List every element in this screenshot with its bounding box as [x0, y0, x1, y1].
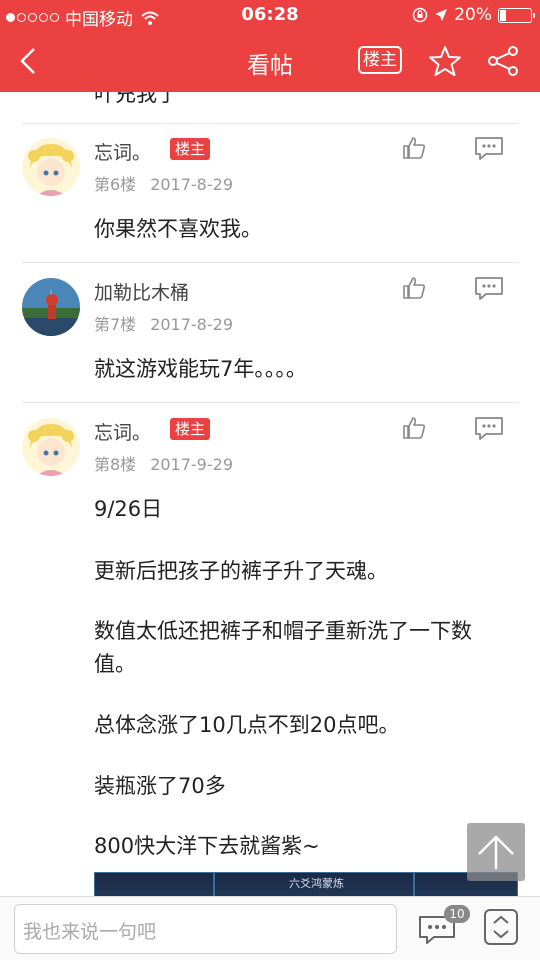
thread-content[interactable]: 叶充我了 忘词。 楼主 第6楼 2017-8-29 你果然不喜欢我。 加勒比木桶… — [0, 92, 540, 896]
avatar[interactable] — [22, 138, 80, 196]
like-thumb-icon[interactable] — [402, 276, 426, 300]
image-panel — [94, 872, 214, 896]
comment-input[interactable]: 我也来说一句吧 — [14, 904, 397, 954]
post-image[interactable]: 六爻鸿蒙炼 — [94, 872, 518, 896]
avatar[interactable] — [22, 278, 80, 336]
clipped-post-text: 叶充我了 — [94, 92, 178, 106]
post-line: 总体念涨了10几点不到20点吧。 — [94, 713, 400, 737]
post-line: 你果然不喜欢我。 — [94, 217, 262, 241]
owner-badge: 楼主 — [170, 138, 211, 160]
post-text: 你果然不喜欢我。 — [94, 213, 524, 246]
floor-info: 第7楼 2017-8-29 — [94, 311, 247, 335]
favorite-star-icon[interactable] — [428, 44, 462, 78]
post-floor-7: 加勒比木桶 第7楼 2017-8-29 就这游戏能玩7年。。。。 — [0, 276, 540, 402]
comment-count-badge: 10 — [444, 905, 470, 923]
arrow-up-icon — [478, 835, 514, 869]
location-arrow-icon — [435, 9, 448, 21]
username[interactable]: 忘词。 — [94, 138, 151, 165]
nav-bar: 看帖 楼主 — [0, 30, 540, 92]
post-line: 装瓶涨了70多 — [94, 774, 226, 798]
username[interactable]: 忘词。 — [94, 418, 151, 445]
owner-only-button[interactable]: 楼主 — [358, 46, 402, 74]
share-icon[interactable] — [486, 44, 520, 78]
battery-percent: 20% — [454, 5, 492, 25]
divider — [22, 402, 518, 403]
battery-icon — [498, 7, 535, 23]
image-caption: 六爻鸿蒙炼 — [289, 877, 344, 890]
post-date: 2017-9-29 — [150, 455, 233, 474]
floor-number: 第7楼 — [94, 315, 137, 334]
post-floor-6: 忘词。 楼主 第6楼 2017-8-29 你果然不喜欢我。 — [0, 136, 540, 262]
status-right: 20% — [412, 5, 535, 25]
page-jump-button[interactable] — [484, 909, 518, 945]
post-date: 2017-8-29 — [150, 175, 233, 194]
chevron-up-down-icon — [493, 915, 509, 939]
bottom-bar: 我也来说一句吧 10 — [0, 896, 540, 960]
floor-info: 第6楼 2017-8-29 — [94, 171, 247, 195]
reply-comment-icon[interactable] — [474, 136, 504, 160]
divider — [22, 262, 518, 263]
like-thumb-icon[interactable] — [402, 136, 426, 160]
post-text: 就这游戏能玩7年。。。。 — [94, 353, 524, 386]
post-line: 数值太低还把裤子和帽子重新洗了一下数 — [94, 619, 472, 643]
divider — [22, 123, 518, 124]
floor-number: 第8楼 — [94, 455, 137, 474]
reply-comment-icon[interactable] — [474, 416, 504, 440]
battery-level — [500, 9, 506, 21]
post-floor-8: 忘词。 楼主 第8楼 2017-9-29 9/26日 更新后把孩子的裤子升了天魂。… — [0, 416, 540, 896]
floor-number: 第6楼 — [94, 175, 137, 194]
rotation-lock-icon — [412, 7, 428, 23]
post-line: 更新后把孩子的裤子升了天魂。 — [94, 559, 388, 583]
status-bar: 中国移动 06:28 20% — [0, 0, 540, 30]
floor-info: 第8楼 2017-9-29 — [94, 451, 247, 475]
post-date: 2017-8-29 — [150, 315, 233, 334]
avatar[interactable] — [22, 418, 80, 476]
post-line: 就这游戏能玩7年。。。。 — [94, 357, 307, 381]
owner-badge: 楼主 — [170, 418, 211, 440]
like-thumb-icon[interactable] — [402, 416, 426, 440]
username[interactable]: 加勒比木桶 — [94, 278, 189, 305]
post-line: 800快大洋下去就酱紫~ — [94, 834, 320, 858]
post-line: 9/26日 — [94, 497, 163, 521]
scroll-to-top-button[interactable] — [467, 823, 525, 881]
post-line: 值。 — [94, 652, 136, 676]
reply-comment-icon[interactable] — [474, 276, 504, 300]
